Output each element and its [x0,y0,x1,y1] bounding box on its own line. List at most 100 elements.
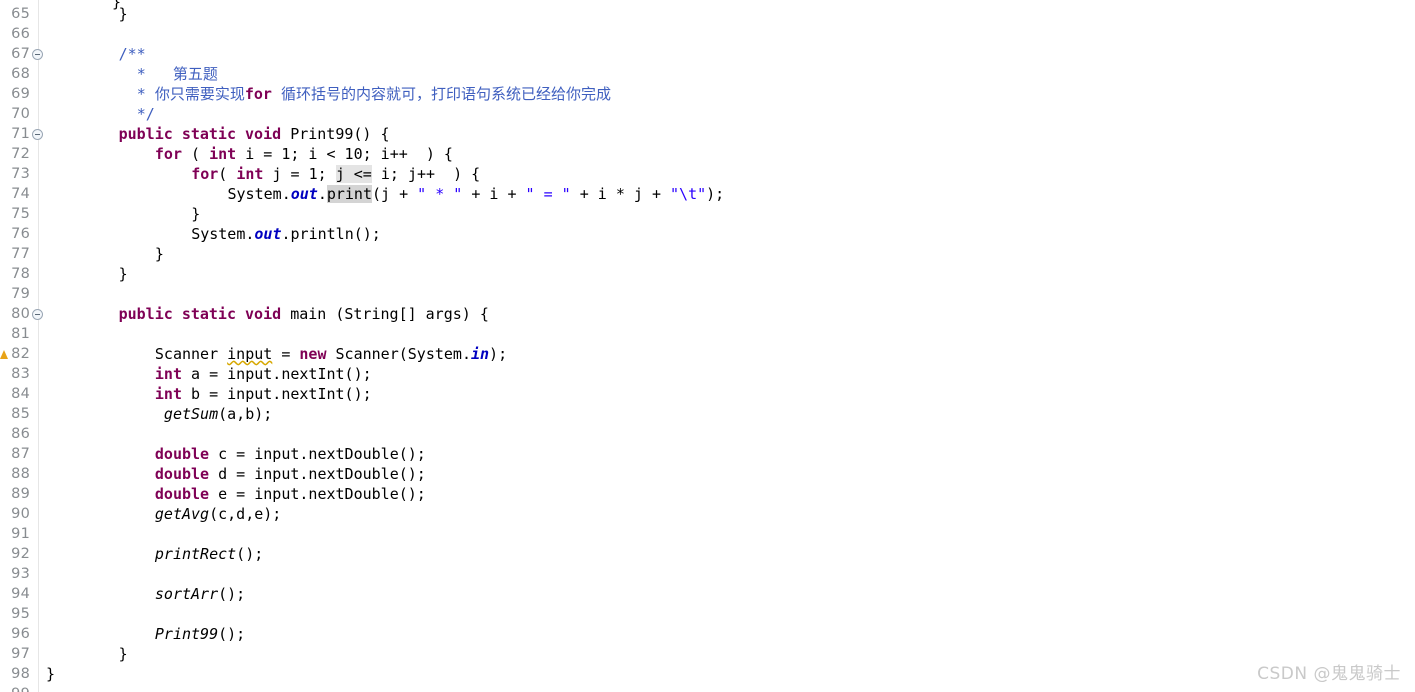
code-line[interactable]: 73 for( int j = 1; j <= i; j++ ) { [0,164,1415,184]
code-line[interactable]: 88 double d = input.nextDouble(); [0,464,1415,484]
code-text[interactable]: getAvg(c,d,e); [155,504,281,524]
code-text[interactable]: * 第五题 [137,64,218,84]
code-text[interactable]: } [119,264,128,284]
line-number: 74 [11,186,30,202]
code-line[interactable]: 66 [0,24,1415,44]
code-line[interactable]: 82 Scanner input = new Scanner(System.in)… [0,344,1415,364]
line-number: 71 [11,126,30,142]
code-text[interactable]: double c = input.nextDouble(); [155,444,426,464]
code-line[interactable]: 81 [0,324,1415,344]
line-number: 83 [11,366,30,382]
code-text[interactable]: System.out.println(); [191,224,381,244]
line-number: 84 [11,386,30,402]
line-number: 91 [11,526,30,542]
code-text[interactable]: */ [137,104,155,124]
code-text[interactable]: for( int j = 1; j <= i; j++ ) { [191,164,480,184]
code-line[interactable]: 80 public static void main (String[] args… [0,304,1415,324]
line-number: 66 [11,26,30,42]
line-number: 96 [11,626,30,642]
code-line[interactable]: 75} [0,204,1415,224]
code-text[interactable]: sortArr(); [155,584,245,604]
code-line[interactable]: 91 [0,524,1415,544]
line-number: 81 [11,326,30,342]
code-text[interactable]: int b = input.nextInt(); [155,384,372,404]
line-number: 92 [11,546,30,562]
line-number: 94 [11,586,30,602]
code-line[interactable]: 77} [0,244,1415,264]
line-number: 65 [11,6,30,22]
code-text[interactable]: System.out.print(j + " * " + i + " = " +… [228,184,724,204]
line-number: 90 [11,506,30,522]
code-line[interactable]: 96 Print99(); [0,624,1415,644]
code-line[interactable]: 76 System.out.println(); [0,224,1415,244]
code-line[interactable]: 99 [0,684,1415,692]
code-text[interactable]: } [119,644,128,664]
code-line[interactable]: 68 * 第五题 [0,64,1415,84]
code-text[interactable]: * 你只需要实现for 循环括号的内容就可，打印语句系统已经给你完成 [137,84,611,104]
line-number: 69 [11,86,30,102]
code-line[interactable]: 70 */ [0,104,1415,124]
line-number: 89 [11,486,30,502]
code-line[interactable]: 85 getSum(a,b); [0,404,1415,424]
line-number: 76 [11,226,30,242]
code-line[interactable]: 71 public static void Print99() { [0,124,1415,144]
line-number: 86 [11,426,30,442]
line-number: 75 [11,206,30,222]
code-line[interactable]: 94 sortArr(); [0,584,1415,604]
code-text[interactable]: } [46,664,55,684]
line-number: 73 [11,166,30,182]
code-line[interactable]: 87 double c = input.nextDouble(); [0,444,1415,464]
code-text[interactable]: Scanner input = new Scanner(System.in); [155,344,507,364]
line-number: 78 [11,266,30,282]
code-line[interactable]: 67 /** [0,44,1415,64]
code-line[interactable]: 86 [0,424,1415,444]
line-number: 99 [0,684,30,692]
code-text[interactable]: /** [119,44,146,64]
code-text[interactable]: } [155,244,164,264]
line-number: 97 [11,646,30,662]
line-number: 67 [11,46,30,62]
code-line[interactable]: 72 for ( int i = 1; i < 10; i++ ) { [0,144,1415,164]
code-line[interactable]: 93 [0,564,1415,584]
code-text[interactable]: public static void main (String[] args) … [119,304,489,324]
line-number: 70 [11,106,30,122]
fold-collapse-icon[interactable] [32,309,43,320]
code-editor[interactable]: } 65} 66 67 /** 68 * 第五题 69 * 你只需要实现for 循环括号的内容… [0,0,1415,692]
code-text[interactable]: Print99(); [155,624,245,644]
line-number: 68 [11,66,30,82]
line-number: 85 [11,406,30,422]
code-line[interactable]: 83 int a = input.nextInt(); [0,364,1415,384]
code-text[interactable]: int a = input.nextInt(); [155,364,372,384]
code-line[interactable]: 98} [0,664,1415,684]
code-line[interactable]: 79 [0,284,1415,304]
code-line[interactable]: 92 printRect(); [0,544,1415,564]
code-text[interactable]: printRect(); [155,544,263,564]
code-text[interactable]: } [191,204,200,224]
code-text[interactable]: double e = input.nextDouble(); [155,484,426,504]
line-number: 93 [11,566,30,582]
code-line[interactable]: 95 [0,604,1415,624]
fold-collapse-icon[interactable] [32,129,43,140]
line-number: 77 [11,246,30,262]
csdn-watermark: CSDN @鬼鬼骑士 [1257,664,1401,684]
code-line[interactable]: 89 double e = input.nextDouble(); [0,484,1415,504]
line-number: 82 [11,346,30,362]
code-text[interactable]: double d = input.nextDouble(); [155,464,426,484]
code-line[interactable]: 84 int b = input.nextInt(); [0,384,1415,404]
code-line[interactable]: 69 * 你只需要实现for 循环括号的内容就可，打印语句系统已经给你完成 [0,84,1415,104]
line-number: 88 [11,466,30,482]
line-number: 87 [11,446,30,462]
code-line[interactable]: 74 System.out.print(j + " * " + i + " = "… [0,184,1415,204]
code-text[interactable]: public static void Print99() { [119,124,390,144]
fold-collapse-icon[interactable] [32,49,43,60]
code-line[interactable]: 78} [0,264,1415,284]
code-text[interactable]: getSum(a,b); [155,404,272,424]
code-line[interactable]: 97} [0,644,1415,664]
code-text[interactable]: } [119,4,128,24]
line-number: 80 [11,306,30,322]
line-number: 95 [11,606,30,622]
code-line[interactable]: 90 getAvg(c,d,e); [0,504,1415,524]
line-number: 98 [11,666,30,682]
code-text[interactable]: for ( int i = 1; i < 10; i++ ) { [155,144,453,164]
code-line[interactable]: 65} [0,4,1415,24]
